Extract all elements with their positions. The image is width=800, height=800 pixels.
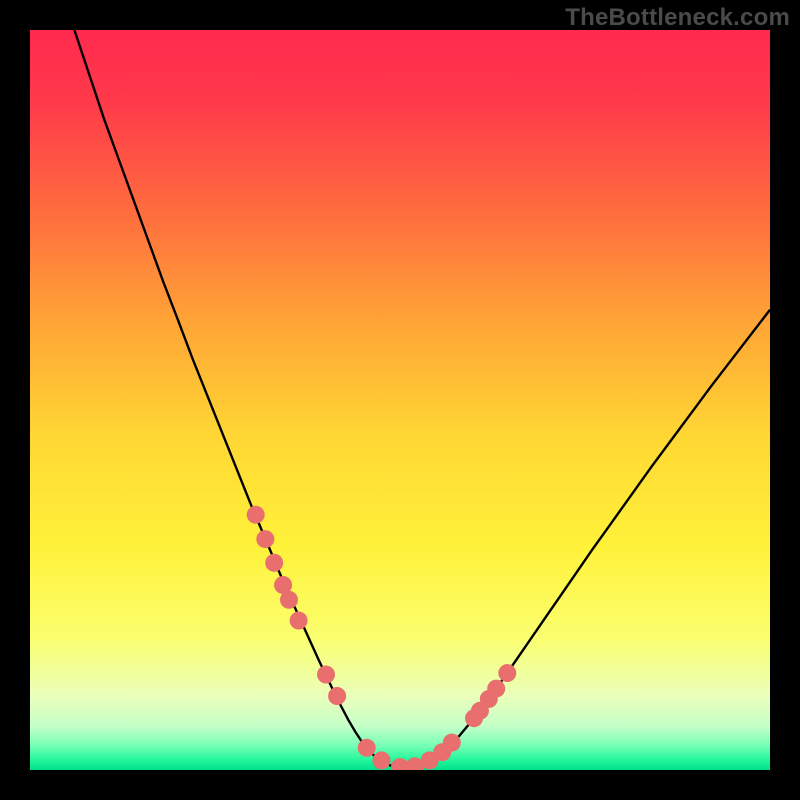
chart-frame: TheBottleneck.com: [0, 0, 800, 800]
marker: [290, 612, 308, 630]
marker: [443, 734, 461, 752]
marker: [487, 680, 505, 698]
plot-svg: [30, 30, 770, 770]
gradient-rect: [30, 30, 770, 770]
watermark-text: TheBottleneck.com: [565, 4, 790, 32]
marker: [256, 530, 274, 548]
plot-area: [30, 30, 770, 770]
marker: [328, 687, 346, 705]
marker: [265, 554, 283, 572]
marker: [247, 506, 265, 524]
marker: [373, 751, 391, 769]
marker: [358, 739, 376, 757]
marker: [498, 664, 516, 682]
marker: [280, 591, 298, 609]
marker: [317, 666, 335, 684]
